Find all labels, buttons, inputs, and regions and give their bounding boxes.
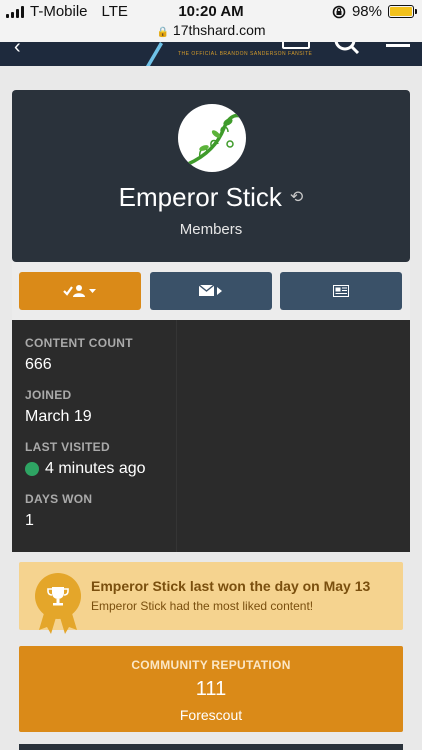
days-won-value: 1: [25, 512, 34, 529]
status-right: 98%: [332, 3, 417, 20]
online-status-icon: [25, 462, 39, 476]
battery-percent: 98%: [351, 3, 382, 20]
stat-last-visited: LAST VISITED 4 minutes ago: [25, 440, 146, 478]
new-content-icon[interactable]: [282, 42, 310, 50]
stat-days-won: DAYS WON 1: [25, 492, 92, 530]
newspaper-icon: [333, 285, 349, 297]
trophy-icon: [35, 573, 81, 619]
address-bar[interactable]: 🔒 17thshard.com: [0, 22, 422, 42]
logo-text: THE OFFICIAL BRANDON SANDERSON FANSITE: [178, 51, 313, 57]
menu-icon[interactable]: [386, 42, 410, 52]
stat-label: CONTENT COUNT: [25, 336, 133, 350]
profile-name-text: Emperor Stick: [118, 182, 282, 212]
stat-label: JOINED: [25, 388, 72, 402]
won-day-banner: Emperor Stick last won the day on May 13…: [19, 562, 403, 634]
status-bar: T-Mobile LTE 10:20 AM 98%: [0, 0, 422, 22]
vine-avatar-icon: [187, 113, 241, 166]
back-chevron-icon[interactable]: ‹: [14, 42, 21, 59]
stat-content-count: CONTENT COUNT 666: [25, 336, 133, 374]
stat-value[interactable]: 666: [25, 356, 133, 374]
content-button[interactable]: [280, 272, 402, 310]
check-user-icon: [63, 285, 96, 297]
lock-icon: 🔒: [156, 27, 169, 38]
history-icon[interactable]: ⟲: [290, 189, 303, 206]
reputation-rank: Forescout: [179, 707, 243, 723]
url-text: 17thshard.com: [172, 22, 266, 38]
avatar[interactable]: [178, 104, 246, 172]
next-section-edge: [19, 744, 403, 750]
site-header: ‹ THE OFFICIAL BRANDON SANDERSON FANSITE: [0, 42, 422, 66]
profile-header: Emperor Stick ⟲ Members: [12, 90, 410, 262]
stat-value: 4 minutes ago: [25, 460, 146, 478]
envelope-icon: [199, 285, 222, 296]
profile-name: Emperor Stick ⟲: [12, 182, 410, 213]
reputation-box: COMMUNITY REPUTATION 111 Forescout: [19, 646, 403, 732]
stat-label: DAYS WON: [25, 492, 93, 506]
joined-value: March 19: [25, 408, 92, 425]
message-button[interactable]: [150, 272, 272, 310]
content-count-value: 666: [25, 356, 52, 373]
member-group: Members: [179, 221, 243, 238]
won-day-subtitle: Emperor Stick had the most liked content…: [91, 599, 314, 613]
shard-logo-icon[interactable]: [144, 42, 164, 66]
won-day-title: Emperor Stick last won the day on May 13: [91, 578, 371, 594]
orientation-lock-icon: [332, 5, 346, 18]
battery-icon: [388, 5, 417, 18]
last-visited-value: 4 minutes ago: [45, 460, 146, 477]
follow-button[interactable]: [19, 272, 141, 310]
stat-joined: JOINED March 19: [25, 388, 92, 426]
stat-label: LAST VISITED: [25, 440, 110, 454]
stats-divider: [176, 320, 177, 552]
reputation-label: COMMUNITY REPUTATION: [131, 658, 291, 672]
search-icon[interactable]: [334, 42, 362, 54]
stat-value: 1: [25, 512, 92, 530]
profile-stats: CONTENT COUNT 666 JOINED March 19 LAST V…: [12, 320, 410, 552]
reputation-value: 111: [195, 678, 227, 700]
stat-value: March 19: [25, 408, 92, 426]
profile-actions: [12, 262, 410, 320]
